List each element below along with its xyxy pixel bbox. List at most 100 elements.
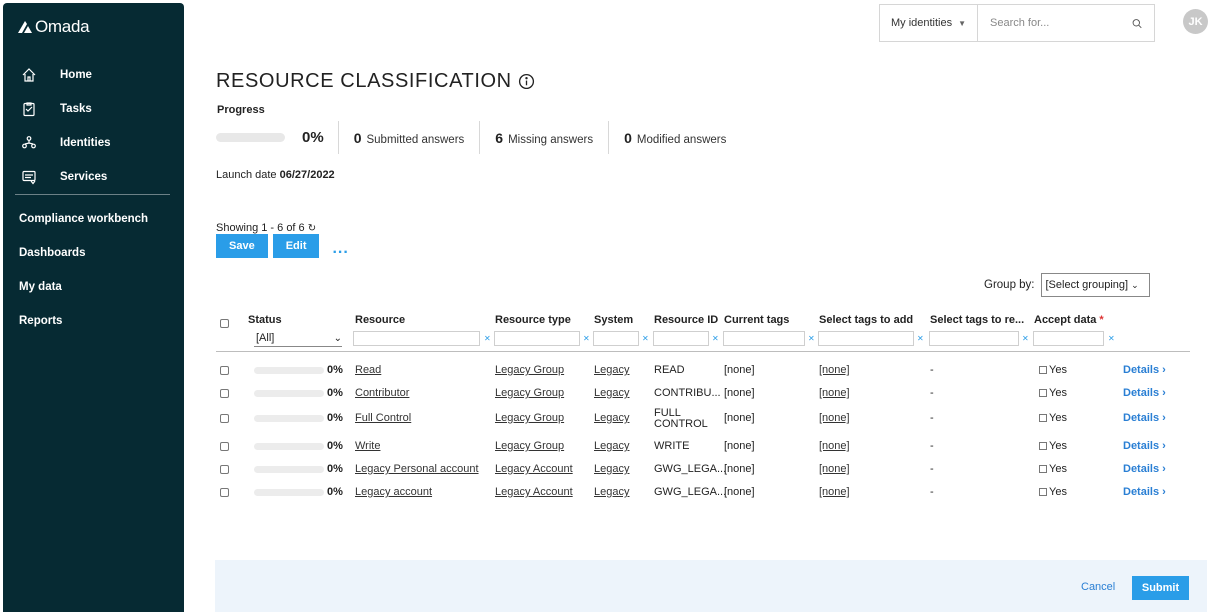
tags-add-link[interactable]: [none] [819, 412, 850, 424]
accept-data-checkbox[interactable] [1039, 366, 1047, 374]
resource-type-filter-input[interactable] [494, 331, 580, 346]
system-link[interactable]: Legacy [594, 440, 629, 452]
row-checkbox[interactable] [220, 488, 229, 497]
col-resource-id[interactable]: Resource ID [654, 314, 718, 326]
refresh-icon[interactable]: ↻ [308, 223, 316, 234]
accept-data-filter-input[interactable] [1033, 331, 1104, 346]
table-row[interactable]: 0% Full Control Legacy Group Legacy FULL CON… [216, 404, 1190, 434]
col-system[interactable]: System [594, 314, 633, 326]
accept-data-option[interactable]: Yes [1039, 440, 1067, 452]
accept-data-option[interactable]: Yes [1039, 387, 1067, 399]
sidebar-item-tasks[interactable]: Tasks [3, 92, 184, 126]
table-row[interactable]: 0% Legacy Personal account Legacy Account L… [216, 460, 1190, 480]
accept-data-checkbox[interactable] [1039, 465, 1047, 473]
status-filter-select[interactable]: [All] ⌄ [254, 330, 342, 347]
info-icon[interactable] [518, 73, 535, 90]
table-row[interactable]: 0% Read Legacy Group Legacy READ [none] [none]… [216, 361, 1190, 381]
accept-data-checkbox[interactable] [1039, 442, 1047, 450]
accept-data-checkbox[interactable] [1039, 414, 1047, 422]
details-link[interactable]: Details › [1123, 463, 1166, 475]
row-checkbox[interactable] [220, 442, 229, 451]
edit-button[interactable]: Edit [272, 234, 320, 258]
accept-data-option[interactable]: Yes [1039, 364, 1067, 376]
clear-filter-icon[interactable]: ✕ [484, 334, 491, 343]
clear-filter-icon[interactable]: ✕ [583, 334, 590, 343]
sidebar-item-my-data[interactable]: My data [3, 270, 184, 304]
col-tags-remove[interactable]: Select tags to re... [930, 314, 1024, 326]
system-link[interactable]: Legacy [594, 412, 629, 424]
details-link[interactable]: Details › [1123, 440, 1166, 452]
resource-type-link[interactable]: Legacy Group [495, 387, 564, 399]
tags-add-link[interactable]: [none] [819, 364, 850, 376]
col-tags-add[interactable]: Select tags to add [819, 314, 913, 326]
resource-link[interactable]: Legacy Personal account [355, 463, 479, 475]
table-row[interactable]: 0% Contributor Legacy Group Legacy CONTRIBU.… [216, 384, 1190, 404]
resource-link[interactable]: Write [355, 440, 380, 452]
resource-id-filter-input[interactable] [653, 331, 709, 346]
col-accept-data[interactable]: Accept data * [1034, 314, 1104, 326]
accept-data-option[interactable]: Yes [1039, 412, 1067, 424]
sidebar-item-reports[interactable]: Reports [3, 304, 184, 338]
clear-filter-icon[interactable]: ✕ [712, 334, 719, 343]
sidebar-item-services[interactable]: Services [3, 160, 184, 194]
tags-add-filter-input[interactable] [818, 331, 914, 346]
search-input[interactable] [990, 17, 1132, 29]
resource-type-link[interactable]: Legacy Group [495, 440, 564, 452]
system-link[interactable]: Legacy [594, 387, 629, 399]
resource-link[interactable]: Contributor [355, 387, 409, 399]
resource-link[interactable]: Full Control [355, 412, 411, 424]
details-link[interactable]: Details › [1123, 364, 1166, 376]
row-checkbox[interactable] [220, 389, 229, 398]
clear-filter-icon[interactable]: ✕ [808, 334, 815, 343]
accept-data-checkbox[interactable] [1039, 389, 1047, 397]
clear-filter-icon[interactable]: ✕ [1108, 334, 1115, 343]
tags-remove-filter-input[interactable] [929, 331, 1019, 346]
more-actions-icon[interactable]: ... [332, 240, 348, 258]
resource-link[interactable]: Read [355, 364, 381, 376]
brand-logo[interactable]: Omada [17, 17, 90, 37]
tags-add-link[interactable]: [none] [819, 387, 850, 399]
resource-type-link[interactable]: Legacy Account [495, 486, 573, 498]
system-link[interactable]: Legacy [594, 364, 629, 376]
group-by-select[interactable]: [Select grouping] ⌄ [1040, 273, 1150, 297]
row-checkbox[interactable] [220, 414, 229, 423]
details-link[interactable]: Details › [1123, 412, 1166, 424]
sidebar-item-identities[interactable]: Identities [3, 126, 184, 160]
avatar[interactable]: JK [1183, 9, 1208, 34]
col-current-tags[interactable]: Current tags [724, 314, 789, 326]
table-row[interactable]: 0% Legacy account Legacy Account Legacy GWG_… [216, 483, 1190, 503]
accept-data-option[interactable]: Yes [1039, 463, 1067, 475]
col-resource-type[interactable]: Resource type [495, 314, 571, 326]
col-resource[interactable]: Resource [355, 314, 405, 326]
accept-data-option[interactable]: Yes [1039, 486, 1067, 498]
resource-filter-input[interactable] [353, 331, 480, 346]
current-tags-filter-input[interactable] [723, 331, 805, 346]
sidebar-item-compliance-workbench[interactable]: Compliance workbench [3, 202, 184, 236]
resource-type-link[interactable]: Legacy Group [495, 364, 564, 376]
row-checkbox[interactable] [220, 366, 229, 375]
resource-link[interactable]: Legacy account [355, 486, 432, 498]
clear-filter-icon[interactable]: ✕ [917, 334, 924, 343]
cancel-button[interactable]: Cancel [1081, 581, 1115, 593]
submit-button[interactable]: Submit [1132, 576, 1189, 600]
save-button[interactable]: Save [216, 234, 268, 258]
sidebar-item-home[interactable]: Home [3, 58, 184, 92]
accept-data-checkbox[interactable] [1039, 488, 1047, 496]
tags-add-link[interactable]: [none] [819, 463, 850, 475]
row-checkbox[interactable] [220, 465, 229, 474]
clear-filter-icon[interactable]: ✕ [642, 334, 649, 343]
identity-scope-dropdown[interactable]: My identities ▼ [879, 4, 977, 42]
sidebar-item-dashboards[interactable]: Dashboards [3, 236, 184, 270]
col-status[interactable]: Status [248, 314, 282, 326]
system-filter-input[interactable] [593, 331, 639, 346]
details-link[interactable]: Details › [1123, 486, 1166, 498]
table-row[interactable]: 0% Write Legacy Group Legacy WRITE [none] [non… [216, 437, 1190, 457]
search-icon[interactable] [1132, 17, 1142, 30]
details-link[interactable]: Details › [1123, 387, 1166, 399]
clear-filter-icon[interactable]: ✕ [1022, 334, 1029, 343]
select-all-checkbox[interactable] [220, 319, 229, 328]
resource-type-link[interactable]: Legacy Account [495, 463, 573, 475]
tags-add-link[interactable]: [none] [819, 440, 850, 452]
tags-add-link[interactable]: [none] [819, 486, 850, 498]
system-link[interactable]: Legacy [594, 463, 629, 475]
